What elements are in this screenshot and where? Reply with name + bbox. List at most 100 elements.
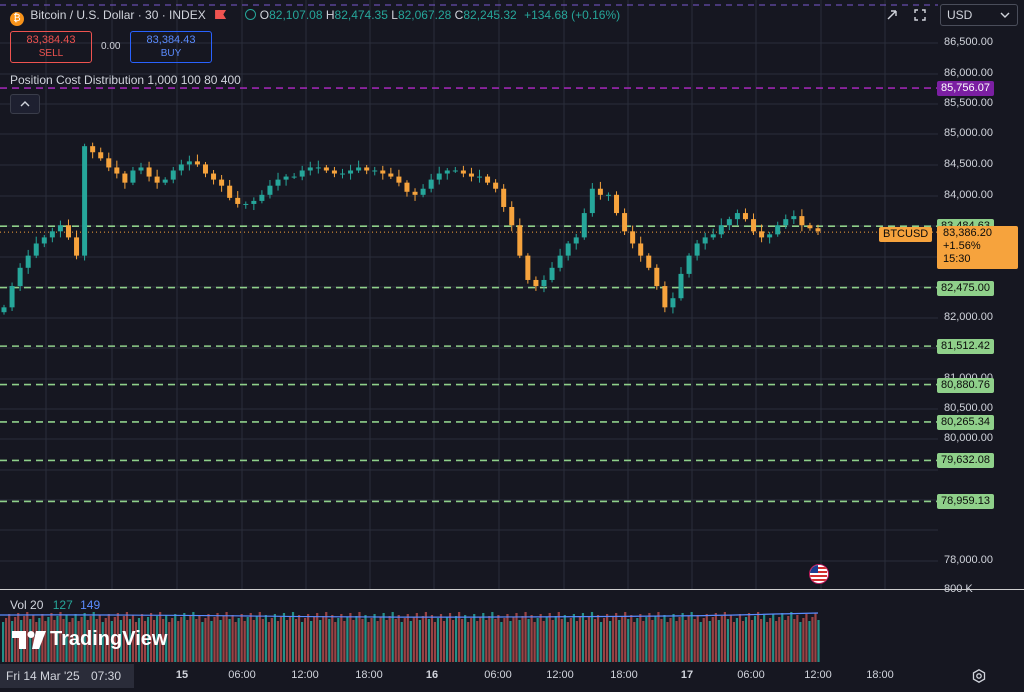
volume-bar bbox=[427, 619, 431, 662]
collapse-panel-icon[interactable] bbox=[883, 6, 901, 24]
candle-body bbox=[751, 219, 757, 232]
candle-body bbox=[460, 170, 466, 174]
candle-body bbox=[775, 225, 781, 235]
volume-bar bbox=[285, 620, 289, 662]
price-axis-label: 86,500.00 bbox=[944, 36, 993, 48]
volume-bar bbox=[213, 617, 216, 662]
crosshair-time: 07:30 bbox=[91, 669, 122, 683]
volume-bar bbox=[394, 619, 397, 662]
volume-bar bbox=[322, 616, 325, 662]
volume-bar bbox=[590, 612, 594, 662]
candle-body bbox=[33, 243, 39, 256]
pane-divider bbox=[0, 589, 1024, 590]
position-cost-indicator[interactable]: Position Cost Distribution 1,000 100 80 … bbox=[10, 73, 241, 87]
volume-bar bbox=[690, 612, 693, 662]
spread-value: 0.00 bbox=[101, 41, 121, 52]
support-price-tag: 80,265.34 bbox=[937, 414, 994, 430]
brand-name: TradingView bbox=[50, 628, 168, 650]
candle-body bbox=[589, 188, 595, 214]
volume-bar bbox=[367, 622, 370, 662]
volume-bar bbox=[207, 614, 210, 662]
volume-bar bbox=[352, 620, 355, 662]
sell-label: SELL bbox=[38, 48, 64, 59]
volume-bar bbox=[8, 614, 11, 662]
candle-body bbox=[799, 216, 805, 226]
flag-icon[interactable] bbox=[215, 10, 227, 19]
volume-bar bbox=[455, 616, 458, 662]
candle-body bbox=[630, 231, 636, 244]
volume-bar bbox=[415, 613, 418, 662]
volume-bar bbox=[391, 612, 394, 662]
candle-body bbox=[219, 179, 225, 186]
fullscreen-icon[interactable] bbox=[911, 6, 929, 24]
volume-bar bbox=[225, 612, 228, 662]
candle-body bbox=[331, 170, 337, 174]
support-price-tag: 80,880.76 bbox=[937, 377, 994, 393]
volume-bar bbox=[732, 622, 736, 662]
volume-bar bbox=[279, 617, 283, 662]
candle-body bbox=[549, 267, 555, 280]
candle-body bbox=[501, 188, 507, 207]
time-axis-label: 06:00 bbox=[737, 669, 765, 681]
volume-bar bbox=[675, 621, 678, 662]
volume-bar bbox=[615, 613, 618, 662]
sell-price: 83,384.43 bbox=[26, 34, 76, 46]
open-label: O bbox=[259, 8, 270, 22]
volume-bar bbox=[796, 615, 799, 662]
volume-bar bbox=[168, 622, 171, 662]
time-axis-label: 18:00 bbox=[355, 669, 383, 681]
candle-body bbox=[678, 273, 684, 299]
volume-bar bbox=[684, 620, 687, 662]
price-chart[interactable] bbox=[0, 0, 938, 590]
sell-button[interactable]: 83,384.43 SELL bbox=[10, 31, 92, 63]
volume-bar bbox=[814, 613, 817, 662]
candle-body bbox=[718, 225, 724, 235]
candle-body bbox=[380, 170, 386, 174]
us-flag-icon[interactable] bbox=[809, 564, 829, 584]
volume-bar bbox=[799, 622, 802, 662]
current-change: +1.56% bbox=[943, 240, 981, 252]
bar-countdown: 15:30 bbox=[943, 253, 971, 265]
currency-value: USD bbox=[947, 8, 973, 22]
candle-body bbox=[1, 307, 7, 313]
currency-select[interactable]: USD bbox=[940, 4, 1018, 26]
buy-label: BUY bbox=[160, 48, 182, 59]
time-axis-label: 06:00 bbox=[484, 669, 512, 681]
candle-body bbox=[9, 286, 15, 308]
volume-bar bbox=[458, 612, 461, 662]
volume-bar bbox=[681, 613, 684, 662]
volume-bar bbox=[669, 618, 672, 662]
volume-bar bbox=[654, 616, 657, 662]
volume-bar bbox=[479, 617, 482, 662]
symbol-title[interactable]: Bitcoin / U.S. Dollar · 30 · INDEX bbox=[30, 8, 205, 22]
volume-bar bbox=[793, 619, 796, 662]
volume-bar bbox=[769, 618, 772, 662]
volume-bar bbox=[222, 616, 225, 662]
high-label: H bbox=[325, 8, 335, 22]
volume-bar bbox=[663, 615, 666, 662]
volume-bar bbox=[467, 622, 470, 662]
volume-legend[interactable]: Vol 20 127 149 bbox=[10, 598, 100, 612]
high-value: 82,474.35 bbox=[334, 8, 388, 22]
volume-bar bbox=[802, 618, 805, 662]
candle-body bbox=[259, 194, 265, 201]
volume-bar bbox=[512, 617, 515, 662]
settings-gear-icon[interactable] bbox=[970, 667, 988, 685]
collapse-chevron-icon[interactable] bbox=[10, 94, 40, 114]
volume-bar bbox=[738, 614, 742, 662]
chart-header[interactable]: ₿ Bitcoin / U.S. Dollar · 30 · INDEX O82… bbox=[10, 8, 620, 26]
current-price: 83,386.20 bbox=[943, 227, 992, 239]
volume-bar bbox=[744, 617, 748, 662]
candle-body bbox=[557, 255, 563, 268]
volume-bar bbox=[772, 614, 775, 662]
volume-bar bbox=[518, 620, 521, 662]
volume-bar bbox=[337, 618, 340, 662]
candle-body bbox=[356, 167, 362, 171]
price-axis-label: 85,500.00 bbox=[944, 97, 993, 109]
buy-button[interactable]: 83,384.43 BUY bbox=[130, 31, 212, 63]
candle-body bbox=[25, 255, 31, 268]
volume-bar bbox=[515, 613, 518, 662]
candle-body bbox=[138, 167, 144, 171]
candle-body bbox=[323, 167, 329, 171]
volume-bar bbox=[273, 614, 276, 662]
